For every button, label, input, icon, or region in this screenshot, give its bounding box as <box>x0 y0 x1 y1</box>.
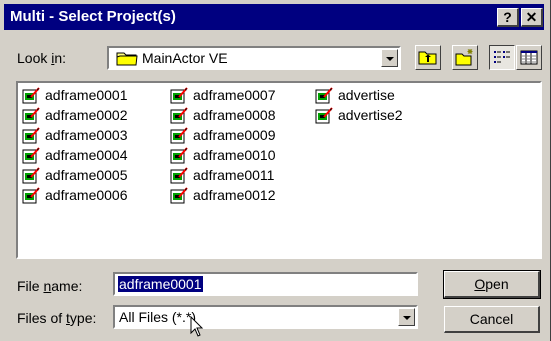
open-dialog: Multi - Select Project(s) ? ✕ Look in: M… <box>0 0 551 341</box>
chevron-down-icon <box>403 316 411 320</box>
project-file-icon <box>170 127 188 144</box>
project-file-icon <box>170 87 188 104</box>
dialog-title: Multi - Select Project(s) <box>10 8 176 25</box>
folder-icon <box>116 52 138 66</box>
file-type-label: Files of type: <box>17 310 97 326</box>
file-name-text: adframe0009 <box>193 127 276 143</box>
project-file-icon <box>170 107 188 124</box>
new-folder-button[interactable] <box>452 45 478 70</box>
project-file-icon <box>315 107 333 124</box>
new-folder-icon <box>455 49 473 66</box>
file-name-text: advertise <box>338 87 395 103</box>
list-view-button[interactable] <box>489 45 515 70</box>
file-list[interactable]: adframe0001 adframe0002 adframe0003 adframe… <box>16 81 542 259</box>
look-in-label: Look in: <box>17 50 67 66</box>
project-file-icon <box>170 167 188 184</box>
project-file-icon <box>22 107 40 124</box>
file-name-text: advertise2 <box>338 107 403 123</box>
chevron-down-icon <box>386 57 394 61</box>
file-name-text: adframe0010 <box>193 147 276 163</box>
project-file-icon <box>22 147 40 164</box>
mouse-cursor-icon <box>190 316 204 337</box>
file-name-value: adframe0001 <box>118 276 203 292</box>
close-button[interactable]: ✕ <box>521 8 543 27</box>
look-in-dropdown-button[interactable] <box>381 49 398 67</box>
help-button[interactable]: ? <box>497 8 519 27</box>
file-type-combo[interactable]: All Files (*.*) <box>113 305 418 329</box>
details-view-button[interactable] <box>516 45 542 70</box>
project-file-icon <box>170 147 188 164</box>
project-file-icon <box>22 187 40 204</box>
look-in-value: MainActor VE <box>142 50 228 66</box>
project-file-icon <box>22 167 40 184</box>
file-name-text: adframe0004 <box>45 147 128 163</box>
project-file-icon <box>22 87 40 104</box>
file-name-text: adframe0007 <box>193 87 276 103</box>
file-name-text: adframe0005 <box>45 167 128 183</box>
title-bar: Multi - Select Project(s) ? ✕ <box>4 4 544 30</box>
file-name-text: adframe0002 <box>45 107 128 123</box>
file-name-text: adframe0001 <box>45 87 128 103</box>
file-name-text: adframe0011 <box>193 167 275 183</box>
file-type-value: All Files (*.*) <box>119 309 197 325</box>
look-in-combo[interactable]: MainActor VE <box>107 46 401 70</box>
up-folder-button[interactable] <box>415 45 441 70</box>
file-type-dropdown-button[interactable] <box>398 308 415 326</box>
list-view-icon <box>494 51 510 63</box>
open-button[interactable]: Open <box>443 270 541 299</box>
details-view-icon <box>520 50 538 65</box>
file-name-text: adframe0008 <box>193 107 276 123</box>
project-file-icon <box>315 87 333 104</box>
file-name-text: adframe0003 <box>45 127 128 143</box>
file-name-input[interactable]: adframe0001 <box>113 272 418 296</box>
up-folder-icon <box>418 51 437 65</box>
project-file-icon <box>22 127 40 144</box>
file-name-text: adframe0012 <box>193 187 276 203</box>
file-name-text: adframe0006 <box>45 187 128 203</box>
cancel-button[interactable]: Cancel <box>444 306 540 333</box>
project-file-icon <box>170 187 188 204</box>
file-name-label: File name: <box>17 278 83 294</box>
